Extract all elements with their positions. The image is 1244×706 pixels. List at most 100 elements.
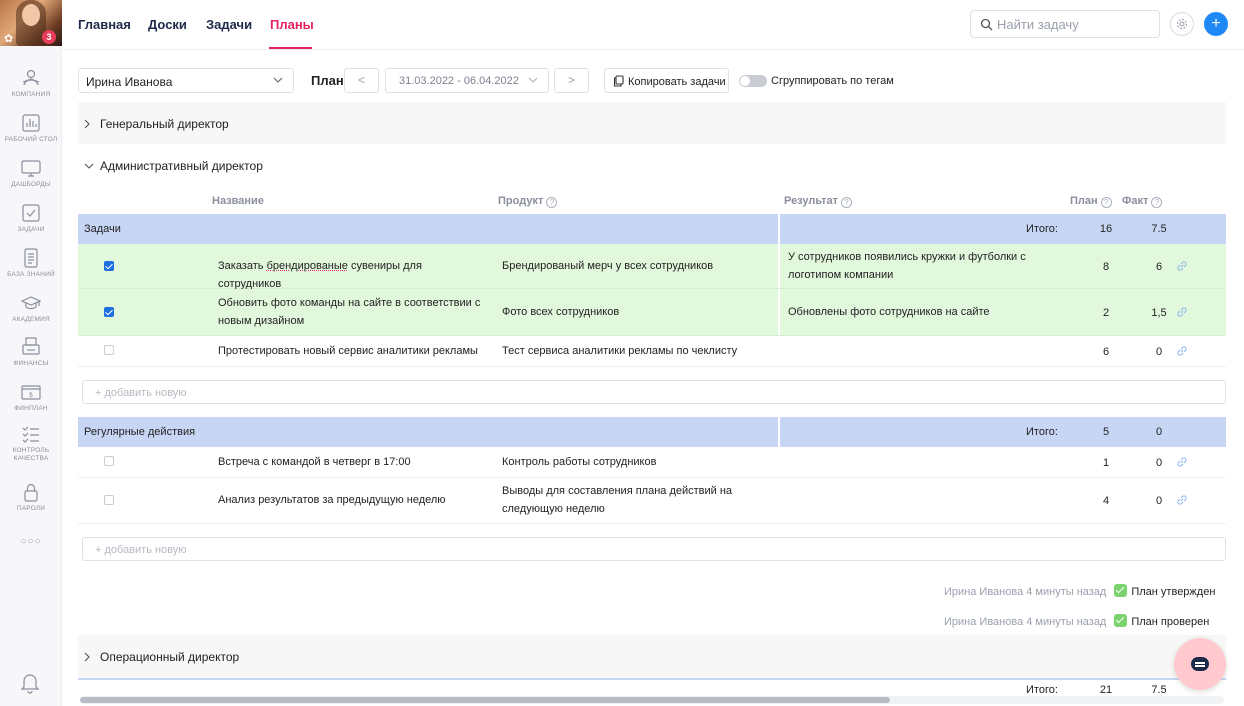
task-plan[interactable]: 8 — [1094, 261, 1118, 273]
task-product[interactable]: Контроль работы сотрудников — [502, 453, 772, 471]
link-icon[interactable] — [1176, 306, 1188, 318]
sidebar-item-tasks[interactable]: Задачи — [0, 203, 62, 234]
link-icon[interactable] — [1176, 345, 1188, 357]
link-icon[interactable] — [1176, 456, 1188, 468]
grand-total-plan: 21 — [1099, 684, 1113, 696]
help-icon[interactable]: ? — [1151, 197, 1163, 208]
plus-icon: + — [1211, 15, 1221, 32]
group-general-director[interactable]: Генеральный директор — [78, 102, 1226, 144]
task-plan[interactable]: 2 — [1094, 307, 1118, 319]
sidebar-item-finplan[interactable]: $ Финплан — [0, 382, 62, 413]
task-checkbox[interactable] — [104, 345, 114, 355]
employee-select[interactable]: Ирина Иванова — [78, 68, 294, 93]
task-checkbox[interactable] — [104, 456, 114, 466]
scrollbar-thumb[interactable] — [80, 697, 890, 703]
task-product[interactable]: Тест сервиса аналитики рекламы по чеклис… — [502, 342, 772, 360]
sidebar-item-label: Рабочий стол — [4, 136, 58, 143]
section-regular-header: Регулярные действия Итого: 5 0 — [78, 417, 1226, 447]
settings-gear-icon[interactable]: ✿ — [4, 32, 13, 45]
sidebar-item-desktop[interactable]: Рабочий стол — [0, 113, 62, 144]
task-result[interactable]: Обновлены фото сотрудников на сайте — [788, 303, 1038, 321]
search-input[interactable] — [997, 16, 1152, 33]
task-name[interactable]: Заказать брендированые сувениры для сотр… — [218, 257, 488, 293]
task-plan[interactable]: 4 — [1094, 495, 1118, 507]
task-checkbox[interactable] — [104, 261, 114, 271]
task-checkbox[interactable] — [104, 307, 114, 317]
table-row[interactable]: Заказать брендированые сувениры для сотр… — [78, 244, 1226, 290]
notification-badge: 3 — [42, 30, 56, 44]
table-row[interactable]: Обновить фото команды на сайте в соответ… — [78, 289, 1226, 336]
approval-checked: Ирина Иванова 4 минуты назад План провере… — [944, 614, 1209, 628]
search-box[interactable] — [970, 10, 1160, 38]
nav-home[interactable]: Главная — [78, 17, 131, 32]
settings-button[interactable] — [1170, 12, 1194, 36]
nav-tasks[interactable]: Задачи — [206, 17, 252, 32]
add-task-input[interactable]: + добавить новую — [82, 380, 1226, 404]
task-fact[interactable]: 0 — [1144, 346, 1174, 358]
task-fact[interactable]: 6 — [1144, 261, 1174, 273]
link-icon[interactable] — [1176, 260, 1188, 272]
chevron-down-icon — [528, 77, 538, 83]
sidebar-item-knowledge-base[interactable]: База знаний — [0, 248, 62, 279]
task-product[interactable]: Брендированый мерч у всех сотрудников — [502, 257, 762, 275]
sidebar-item-academy[interactable]: Академия — [0, 293, 62, 324]
add-button[interactable]: + — [1204, 12, 1228, 36]
sidebar-item-quality-control[interactable]: Контроль качества — [0, 424, 62, 463]
help-icon[interactable]: ? — [1100, 197, 1112, 208]
column-plan: План? — [1070, 195, 1112, 208]
sidebar-item-finances[interactable]: Финансы — [0, 337, 62, 368]
sidebar-item-company[interactable]: Компания — [0, 68, 62, 99]
task-name[interactable]: Анализ результатов за предыдущую неделю — [218, 491, 498, 509]
sidebar-item-dashboards[interactable]: Дашборды — [0, 158, 62, 189]
add-task-placeholder: + добавить новую — [95, 387, 187, 399]
task-name[interactable]: Обновить фото команды на сайте в соответ… — [218, 294, 488, 330]
table-row[interactable]: Протестировать новый сервис аналитики ре… — [78, 336, 1226, 367]
group-admin-director[interactable]: Административный директор — [78, 144, 1226, 186]
add-regular-input[interactable]: + добавить новую — [82, 537, 1226, 561]
checked-check-icon[interactable] — [1114, 614, 1128, 627]
task-checkbox[interactable] — [104, 495, 114, 505]
chevron-down-icon — [273, 77, 283, 83]
sidebar-item-label: Академия — [12, 316, 50, 323]
prev-week-button[interactable]: < — [344, 68, 379, 93]
group-operations-director[interactable]: Операционный директор — [78, 635, 1226, 677]
nav-plans[interactable]: Планы — [270, 17, 314, 32]
task-fact[interactable]: 0 — [1144, 457, 1174, 469]
task-result[interactable]: У сотрудников появились кружки и футболк… — [788, 248, 1038, 284]
approved-check-icon[interactable] — [1114, 584, 1128, 597]
add-regular-placeholder: + добавить новую — [95, 544, 187, 556]
task-fact[interactable]: 0 — [1144, 495, 1174, 507]
link-icon[interactable] — [1176, 494, 1188, 506]
total-fact: 7.5 — [1151, 223, 1167, 235]
active-tab-underline — [269, 47, 312, 49]
table-row[interactable]: Встреча с командой в четверг в 17:00 Кон… — [78, 447, 1226, 478]
next-week-button[interactable]: > — [554, 68, 589, 93]
bell-icon[interactable] — [20, 672, 40, 694]
help-icon[interactable]: ? — [546, 197, 558, 208]
task-fact[interactable]: 1,5 — [1144, 307, 1174, 319]
horizontal-scrollbar[interactable] — [80, 696, 1224, 704]
sidebar-item-label: Финплан — [14, 405, 48, 412]
table-row[interactable]: Анализ результатов за предыдущую неделю … — [78, 478, 1226, 524]
task-product[interactable]: Фото всех сотрудников — [502, 303, 762, 321]
search-icon — [980, 18, 993, 31]
group-by-tags-toggle[interactable] — [739, 75, 767, 87]
grand-total-fact: 7.5 — [1151, 684, 1167, 696]
task-plan[interactable]: 6 — [1094, 346, 1118, 358]
more-dots-icon[interactable]: ○○○ — [0, 536, 62, 547]
total-label: Итого: — [1026, 426, 1058, 438]
user-avatar[interactable]: ✿ 3 — [0, 0, 62, 46]
chat-button[interactable] — [1174, 638, 1226, 690]
help-icon[interactable]: ? — [841, 197, 853, 208]
date-range-select[interactable]: 31.03.2022 - 06.04.2022 — [385, 68, 549, 93]
nav-boards[interactable]: Доски — [148, 17, 187, 32]
sidebar-item-passwords[interactable]: Пароли — [0, 482, 62, 513]
task-name[interactable]: Протестировать новый сервис аналитики ре… — [218, 342, 498, 360]
grand-total-label: Итого: — [1026, 684, 1058, 696]
copy-tasks-button[interactable]: Копировать задачи — [604, 68, 729, 93]
document-icon — [24, 248, 38, 268]
group-title: Операционный директор — [100, 650, 240, 664]
task-plan[interactable]: 1 — [1094, 457, 1118, 469]
task-name[interactable]: Встреча с командой в четверг в 17:00 — [218, 453, 498, 471]
task-product[interactable]: Выводы для составления плана действий на… — [502, 482, 742, 518]
